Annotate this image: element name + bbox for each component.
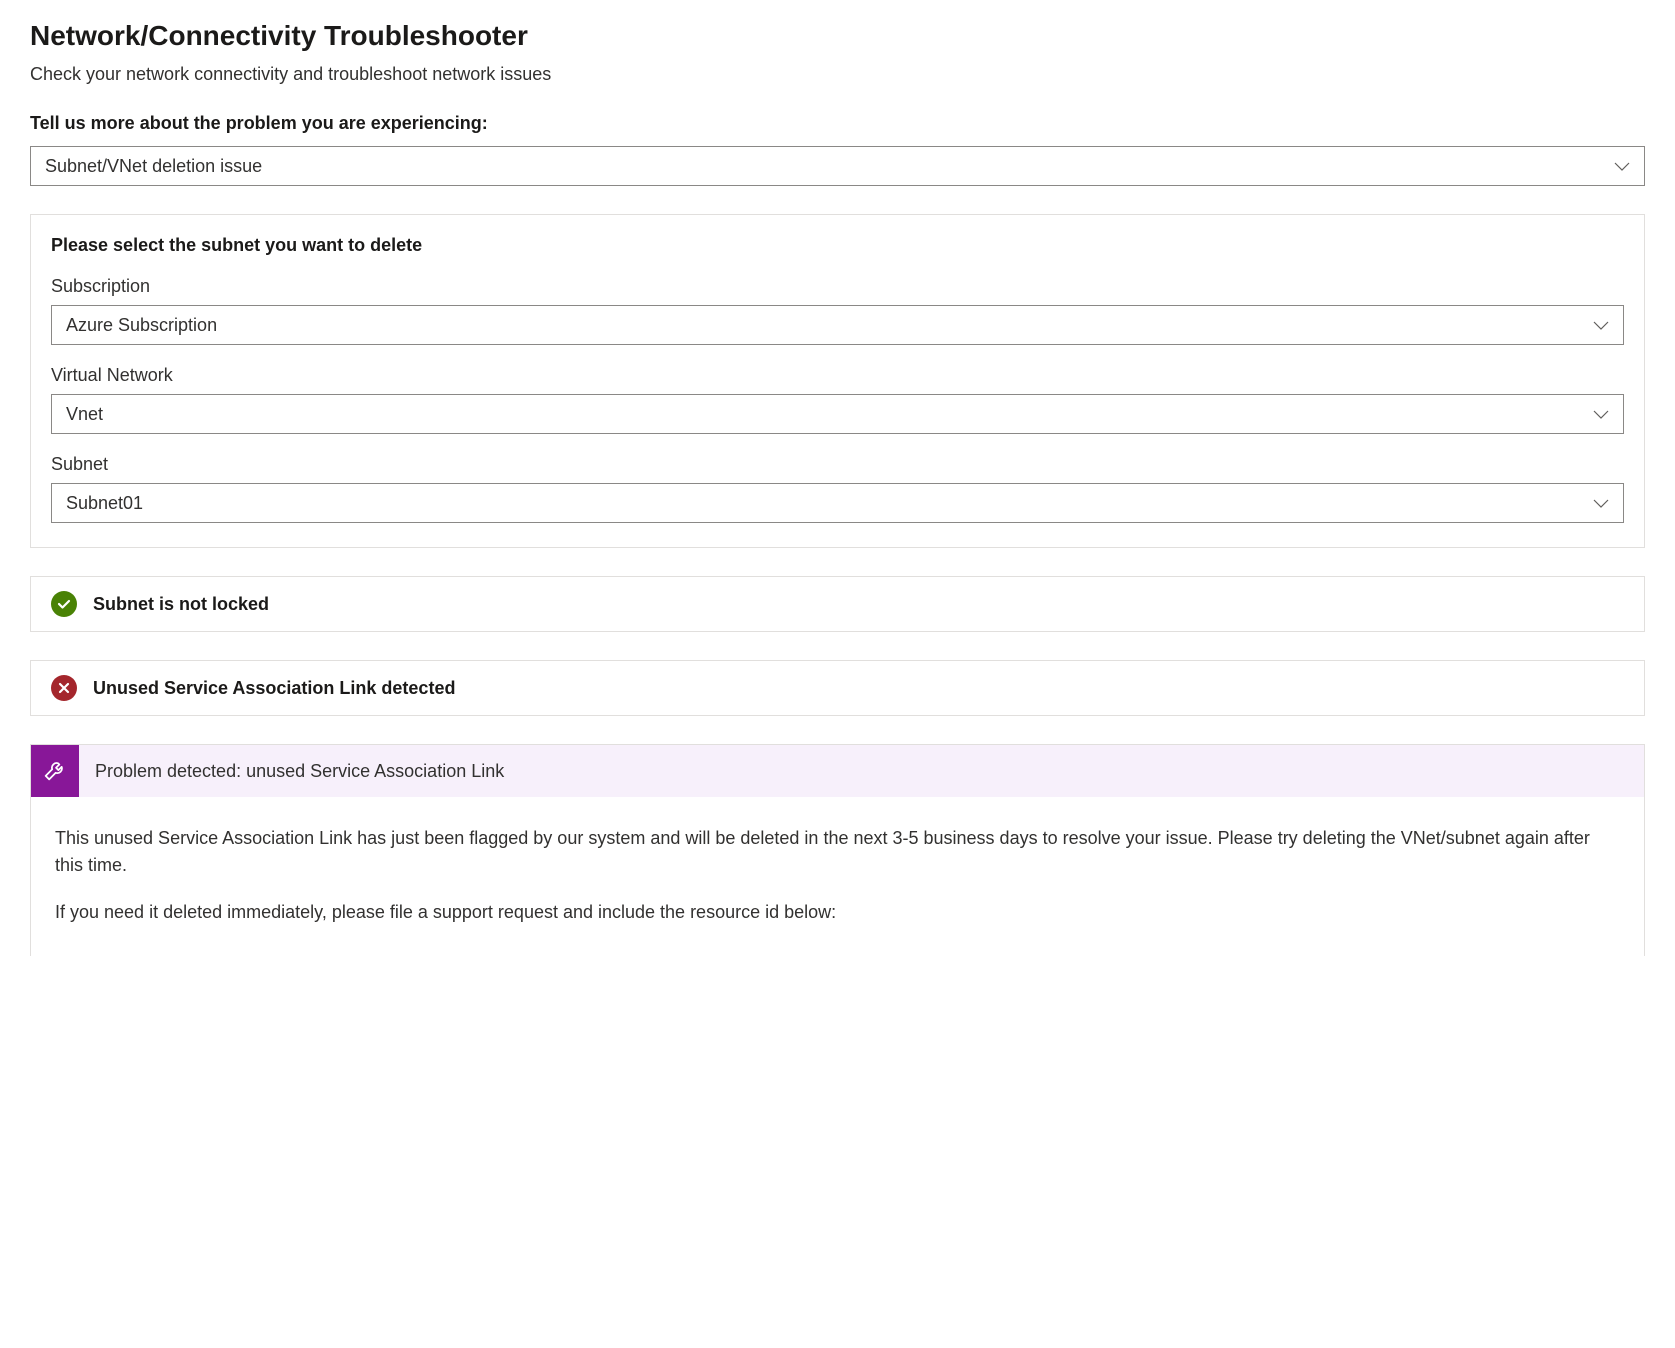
subscription-dropdown[interactable]: Azure Subscription [51,305,1624,345]
status-not-locked: Subnet is not locked [30,576,1645,632]
subnet-dropdown-value: Subnet01 [66,493,143,514]
problem-section-label: Tell us more about the problem you are e… [30,113,1645,134]
status-unused-sal: Unused Service Association Link detected [30,660,1645,716]
subnet-selection-card: Please select the subnet you want to del… [30,214,1645,548]
error-x-icon [51,675,77,701]
problem-dropdown-value: Subnet/VNet deletion issue [45,156,262,177]
subnet-dropdown[interactable]: Subnet01 [51,483,1624,523]
wrench-icon [41,756,69,787]
problem-dropdown[interactable]: Subnet/VNet deletion issue [30,146,1645,186]
problem-detected-text-2: If you need it deleted immediately, plea… [55,899,1620,926]
problem-detected-text-1: This unused Service Association Link has… [55,825,1620,879]
virtual-network-dropdown[interactable]: Vnet [51,394,1624,434]
problem-detected-title: Problem detected: unused Service Associa… [95,761,518,782]
virtual-network-label: Virtual Network [51,365,1624,386]
subnet-label: Subnet [51,454,1624,475]
subscription-label: Subscription [51,276,1624,297]
status-not-locked-text: Subnet is not locked [93,594,269,615]
chevron-down-icon [1593,404,1609,425]
success-check-icon [51,591,77,617]
problem-detected-body: This unused Service Association Link has… [30,797,1645,956]
status-unused-sal-text: Unused Service Association Link detected [93,678,455,699]
subscription-dropdown-value: Azure Subscription [66,315,217,336]
chevron-down-icon [1614,156,1630,177]
page-subtitle: Check your network connectivity and trou… [30,64,1645,85]
wrench-icon-box [31,745,79,797]
chevron-down-icon [1593,315,1609,336]
virtual-network-dropdown-value: Vnet [66,404,103,425]
subnet-card-title: Please select the subnet you want to del… [51,235,1624,256]
page-title: Network/Connectivity Troubleshooter [30,20,1645,52]
problem-detected-header: Problem detected: unused Service Associa… [30,744,1645,797]
chevron-down-icon [1593,493,1609,514]
